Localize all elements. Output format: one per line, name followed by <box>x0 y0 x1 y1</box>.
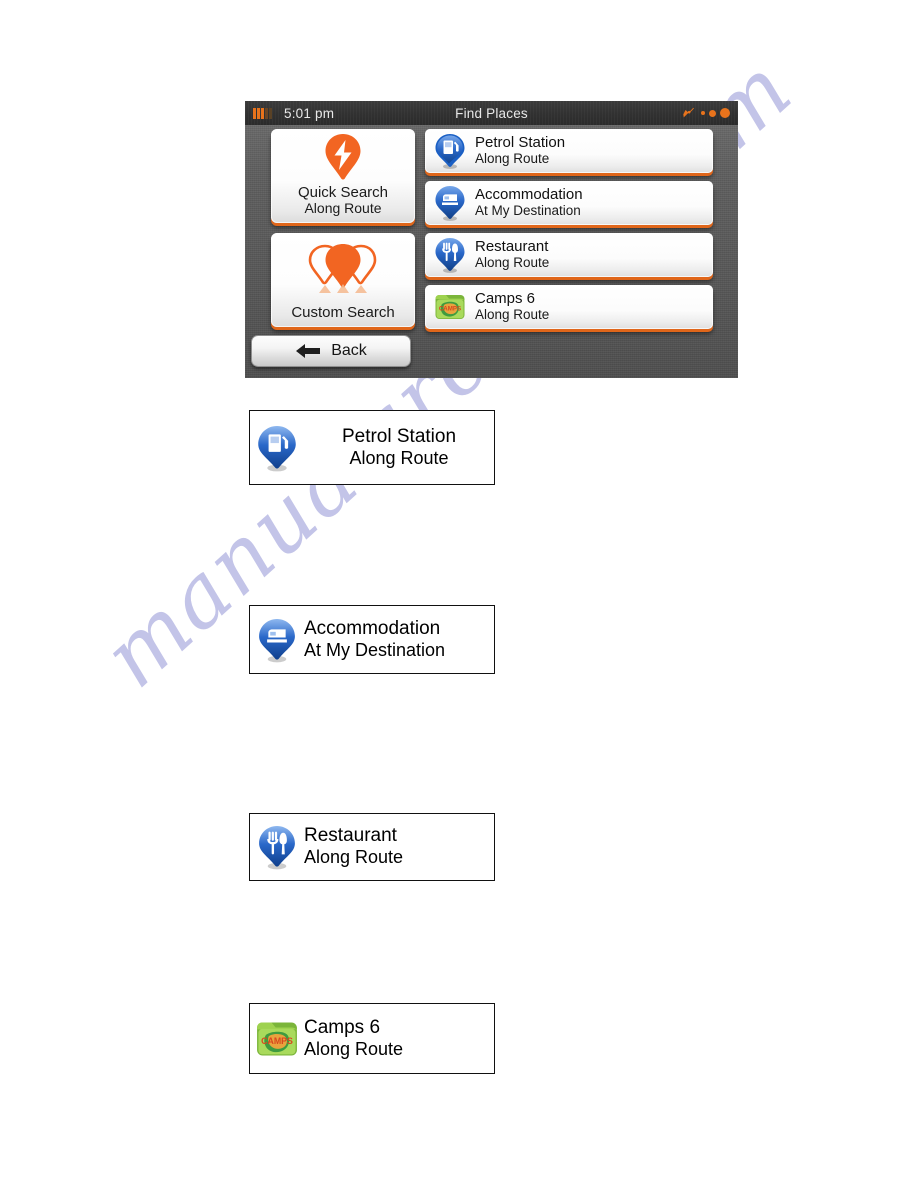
row-restaurant-title: Restaurant <box>475 237 549 255</box>
row-accommodation-title: Accommodation <box>475 185 583 203</box>
signal-dot-3 <box>720 108 730 118</box>
figure-card-restaurant-subtitle: Along Route <box>304 847 404 868</box>
figure-card-camps-6-title: Camps 6 <box>304 1016 381 1038</box>
figure-card-petrol-station-subtitle: Along Route <box>349 447 449 468</box>
row-camps-6-title: Camps 6 <box>475 289 536 307</box>
pin-lightning-icon <box>271 129 415 185</box>
tile-quick-search-title: Quick Search <box>297 184 389 202</box>
back-button[interactable]: Back <box>251 335 411 367</box>
row-restaurant[interactable]: Restaurant Along Route <box>425 233 713 277</box>
figure-card-accommodation-subtitle: At My Destination <box>304 639 446 660</box>
satellite-dish-icon <box>683 107 694 118</box>
figure-card-camps-6-subtitle: Along Route <box>304 1038 404 1059</box>
pin-group-icon <box>271 233 415 305</box>
camps-folder-icon: CAMPS <box>250 1018 304 1060</box>
row-camps-6-subtitle: Along Route <box>475 307 550 323</box>
figure-card-camps-6-text: Camps 6 Along Route <box>304 1017 403 1060</box>
figure-card-camps-6: CAMPS Camps 6 Along Route <box>249 1003 495 1074</box>
figure-card-restaurant-text: Restaurant Along Route <box>304 825 403 868</box>
status-bar: 5:01 pm Find Places <box>245 101 738 125</box>
figure-card-restaurant: Restaurant Along Route <box>249 813 495 881</box>
pin-bed-icon <box>250 616 304 664</box>
svg-text:CAMPS: CAMPS <box>439 306 461 313</box>
row-petrol-station[interactable]: Petrol Station Along Route <box>425 129 713 173</box>
row-petrol-station-text: Petrol Station Along Route <box>475 133 566 167</box>
figure-card-restaurant-title: Restaurant <box>304 825 397 847</box>
pin-fuel-icon <box>431 132 469 170</box>
tile-custom-search[interactable]: Custom Search <box>271 233 415 327</box>
tile-quick-search-subtitle: Along Route <box>304 200 382 217</box>
pin-fuel-icon <box>250 423 304 473</box>
tile-quick-search[interactable]: Quick Search Along Route <box>271 129 415 223</box>
row-petrol-station-subtitle: Along Route <box>475 151 550 167</box>
signal-dot-2 <box>709 109 716 117</box>
figure-card-accommodation-title: Accommodation <box>304 617 441 639</box>
row-camps-6[interactable]: CAMPS Camps 6 Along Route <box>425 285 713 329</box>
row-petrol-station-title: Petrol Station <box>475 133 566 151</box>
row-restaurant-text: Restaurant Along Route <box>475 237 550 271</box>
camps-folder-icon: CAMPS <box>431 288 469 326</box>
row-restaurant-subtitle: Along Route <box>475 255 550 271</box>
back-button-label: Back <box>331 342 367 359</box>
screen-title: Find Places <box>455 105 528 121</box>
status-right-group <box>682 106 730 120</box>
svg-text:CAMPS: CAMPS <box>261 1036 293 1046</box>
row-accommodation-subtitle: At My Destination <box>475 203 581 219</box>
pin-cutlery-icon <box>250 823 304 871</box>
pin-bed-icon <box>431 184 469 222</box>
figure-card-accommodation: Accommodation At My Destination <box>249 605 495 674</box>
pin-cutlery-icon <box>431 236 469 274</box>
row-camps-6-text: Camps 6 Along Route <box>475 289 550 323</box>
row-accommodation[interactable]: Accommodation At My Destination <box>425 181 713 225</box>
arrow-left-icon <box>296 344 321 358</box>
row-accommodation-text: Accommodation At My Destination <box>475 185 583 219</box>
figure-card-accommodation-text: Accommodation At My Destination <box>304 618 445 661</box>
signal-dot-1 <box>701 111 705 115</box>
figure-card-petrol-station-text: Petrol Station Along Route <box>304 426 494 469</box>
tile-custom-search-title: Custom Search <box>291 304 395 322</box>
figure-card-petrol-station-title: Petrol Station <box>341 425 457 447</box>
gps-device-screenshot: 5:01 pm Find Places Quick Search Along R… <box>245 101 738 378</box>
figure-card-petrol-station: Petrol Station Along Route <box>249 410 495 485</box>
